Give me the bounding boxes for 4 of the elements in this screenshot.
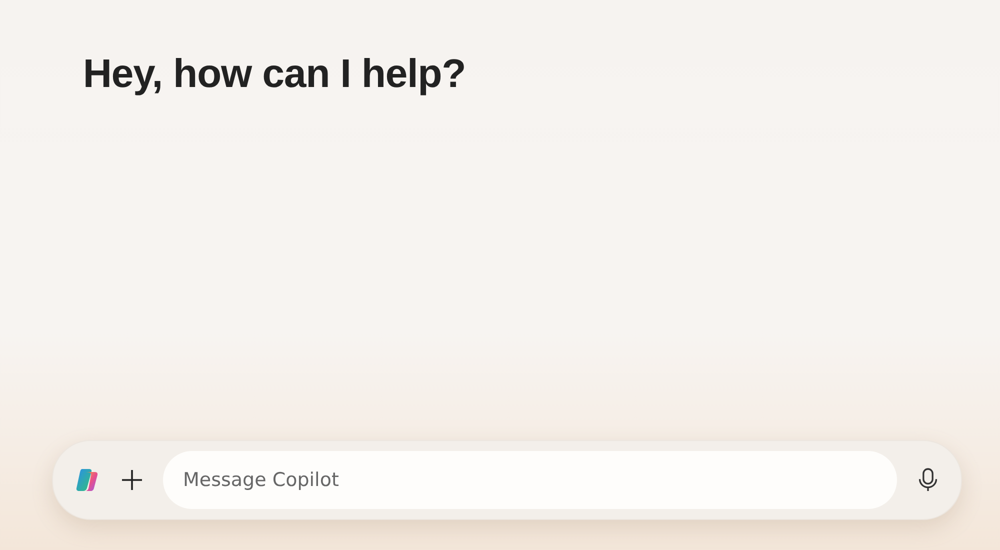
microphone-icon <box>917 467 939 493</box>
plus-icon <box>121 469 143 491</box>
message-input[interactable]: Message Copilot <box>163 451 897 509</box>
greeting-heading: Hey, how can I help? <box>83 52 467 97</box>
